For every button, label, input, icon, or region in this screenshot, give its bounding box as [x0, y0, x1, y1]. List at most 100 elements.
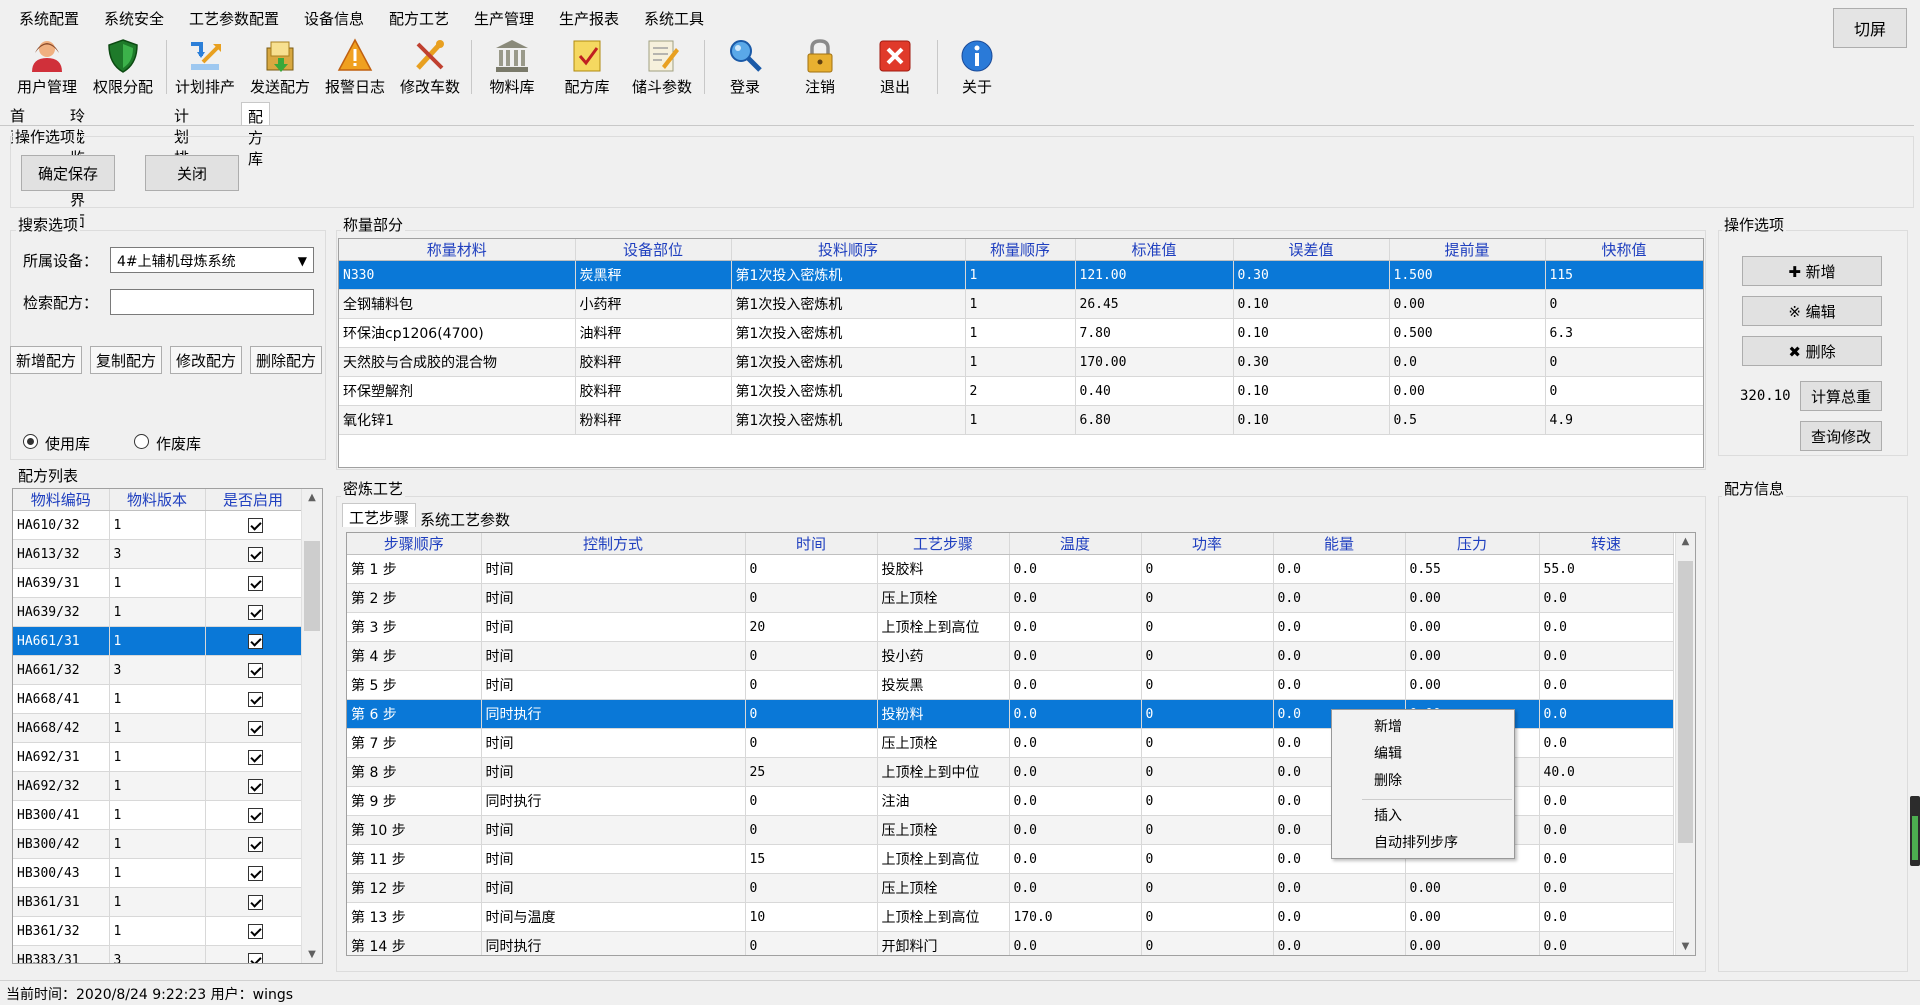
column-header[interactable]: 功率 [1141, 533, 1274, 555]
table-row[interactable]: HB300/43 1 [13, 858, 302, 888]
scroll-up-icon[interactable]: ▲ [302, 492, 322, 503]
enabled-checkbox[interactable] [247, 633, 263, 649]
column-header[interactable]: 快称值 [1545, 239, 1703, 261]
enabled-checkbox[interactable] [247, 575, 263, 591]
column-header[interactable]: 步骤顺序 [347, 533, 482, 555]
menu-system-config[interactable]: 系统配置 [19, 8, 79, 29]
radio-void-library[interactable] [134, 434, 149, 449]
context-menu-add[interactable]: 新增 [1374, 716, 1402, 736]
menu-recipe-process[interactable]: 配方工艺 [389, 8, 449, 29]
table-row[interactable]: HA639/32 1 [13, 597, 302, 627]
close-button[interactable]: 关闭 [145, 155, 239, 191]
scroll-down-icon[interactable]: ▼ [1676, 941, 1695, 952]
column-header[interactable]: 提前量 [1389, 239, 1546, 261]
table-row[interactable]: HA692/32 1 [13, 771, 302, 801]
edit-recipe-button[interactable]: 修改配方 [170, 346, 242, 374]
logout-button[interactable]: 注销 [783, 34, 857, 96]
table-row[interactable]: 第 3 步时间 20 上顶栓上到高位 0.0 0 0.0 0.00 0.0 [347, 612, 1674, 642]
column-header[interactable]: 压力 [1405, 533, 1540, 555]
confirm-save-button[interactable]: 确定保存 [21, 155, 115, 191]
tab-process-steps[interactable]: 工艺步骤 [342, 503, 417, 527]
enabled-checkbox[interactable] [247, 865, 263, 881]
column-header[interactable]: 能量 [1273, 533, 1406, 555]
about-button[interactable]: 关于 [940, 34, 1014, 96]
table-row[interactable]: HA668/42 1 [13, 713, 302, 743]
table-row[interactable]: HA639/31 1 [13, 568, 302, 598]
scroll-thumb[interactable] [1678, 561, 1693, 843]
column-header[interactable]: 控制方式 [481, 533, 746, 555]
column-header[interactable]: 误差值 [1233, 239, 1390, 261]
alarm-log-button[interactable]: 报警日志 [318, 34, 392, 96]
menu-reports[interactable]: 生产报表 [559, 8, 619, 29]
hopper-params-button[interactable]: 储斗参数 [625, 34, 699, 96]
delete-recipe-button[interactable]: 删除配方 [250, 346, 322, 374]
enabled-checkbox[interactable] [247, 546, 263, 562]
query-modify-button[interactable]: 查询修改 [1800, 421, 1882, 451]
tab-system-params[interactable]: 系统工艺参数 [414, 506, 516, 530]
send-recipe-button[interactable]: 发送配方 [243, 34, 317, 96]
table-row[interactable]: 第 12 步时间 0 压上顶栓 0.0 0 0.0 0.00 0.0 [347, 873, 1674, 903]
modify-count-button[interactable]: 修改车数 [393, 34, 467, 96]
exit-button[interactable]: 退出 [858, 34, 932, 96]
table-row[interactable]: N330 炭黑秤 第1次投入密炼机 1 121.00 0.30 1.500 115 [339, 260, 1703, 290]
table-row[interactable]: HA692/31 1 [13, 742, 302, 772]
delete-weigh-button[interactable]: ✖ 删除 [1742, 336, 1882, 366]
add-recipe-button[interactable]: 新增配方 [10, 346, 82, 374]
table-row[interactable]: HB300/42 1 [13, 829, 302, 859]
column-header[interactable]: 时间 [745, 533, 878, 555]
menu-process-params[interactable]: 工艺参数配置 [189, 8, 279, 29]
enabled-checkbox[interactable] [247, 517, 263, 533]
enabled-checkbox[interactable] [247, 720, 263, 736]
column-header[interactable]: 标准值 [1075, 239, 1234, 261]
enabled-checkbox[interactable] [247, 894, 263, 910]
mixing-scrollbar[interactable]: ▲ ▼ [1675, 533, 1695, 955]
edit-weigh-button[interactable]: ※ 编辑 [1742, 296, 1882, 326]
table-row[interactable]: 第 13 步时间与温度 10 上顶栓上到高位 170.0 0 0.0 0.00 0.0 [347, 902, 1674, 932]
radio-use-library[interactable] [23, 434, 38, 449]
table-row[interactable]: 第 4 步时间 0 投小药 0.0 0 0.0 0.00 0.0 [347, 641, 1674, 671]
table-row[interactable]: HB383/31 3 [13, 945, 302, 963]
table-row[interactable]: HA661/32 3 [13, 655, 302, 685]
tab-monitor[interactable]: 玲珑监控界面 [64, 102, 91, 230]
table-row[interactable]: HA610/32 1 [13, 510, 302, 540]
table-row[interactable]: HA613/32 3 [13, 539, 302, 569]
scroll-thumb[interactable] [304, 541, 320, 631]
calc-total-button[interactable]: 计算总重 [1800, 381, 1882, 411]
menu-system-security[interactable]: 系统安全 [104, 8, 164, 29]
table-row[interactable]: 氧化锌1 粉料秤 第1次投入密炼机 1 6.80 0.10 0.5 4.9 [339, 405, 1703, 435]
context-menu-insert[interactable]: 插入 [1374, 805, 1402, 825]
enabled-checkbox[interactable] [247, 691, 263, 707]
material-library-button[interactable]: 物料库 [475, 34, 549, 96]
enabled-checkbox[interactable] [247, 662, 263, 678]
column-header[interactable]: 是否启用 [205, 489, 302, 511]
table-row[interactable]: HA668/41 1 [13, 684, 302, 714]
table-row[interactable]: 环保油cp1206(4700) 油料秤 第1次投入密炼机 1 7.80 0.10 0.500… [339, 318, 1703, 348]
plan-production-button[interactable]: 计划排产 [168, 34, 242, 96]
table-row[interactable]: 第 1 步时间 0 投胶料 0.0 0 0.0 0.55 55.0 [347, 554, 1674, 584]
enabled-checkbox[interactable] [247, 952, 263, 963]
column-header[interactable]: 投料顺序 [731, 239, 966, 261]
tab-plan[interactable]: 计划排产 [168, 102, 195, 188]
column-header[interactable]: 工艺步骤 [877, 533, 1010, 555]
column-header[interactable]: 温度 [1009, 533, 1142, 555]
column-header[interactable]: 物料版本 [109, 489, 206, 511]
copy-recipe-button[interactable]: 复制配方 [90, 346, 162, 374]
user-management-button[interactable]: 用户管理 [10, 34, 84, 96]
column-header[interactable]: 设备部位 [575, 239, 732, 261]
context-menu-edit[interactable]: 编辑 [1374, 743, 1402, 763]
scroll-up-icon[interactable]: ▲ [1676, 536, 1695, 547]
enabled-checkbox[interactable] [247, 604, 263, 620]
table-row[interactable]: 全钢辅料包 小药秤 第1次投入密炼机 1 26.45 0.10 0.00 0 [339, 289, 1703, 319]
column-header[interactable]: 转速 [1539, 533, 1674, 555]
table-row[interactable]: 天然胶与合成胶的混合物 胶料秤 第1次投入密炼机 1 170.00 0.30 0.0 0 [339, 347, 1703, 377]
menu-system-tools[interactable]: 系统工具 [644, 8, 704, 29]
tab-home[interactable]: 首页 [4, 102, 31, 146]
enabled-checkbox[interactable] [247, 749, 263, 765]
menu-device-info[interactable]: 设备信息 [304, 8, 364, 29]
table-row[interactable]: HB361/31 1 [13, 887, 302, 917]
add-weigh-button[interactable]: ✚ 新增 [1742, 256, 1882, 286]
recipe-list-scrollbar[interactable]: ▲ ▼ [301, 489, 322, 963]
cut-screen-button[interactable]: 切屏 [1833, 8, 1907, 48]
recipe-search-input[interactable] [110, 289, 314, 315]
column-header[interactable]: 称量材料 [339, 239, 576, 261]
